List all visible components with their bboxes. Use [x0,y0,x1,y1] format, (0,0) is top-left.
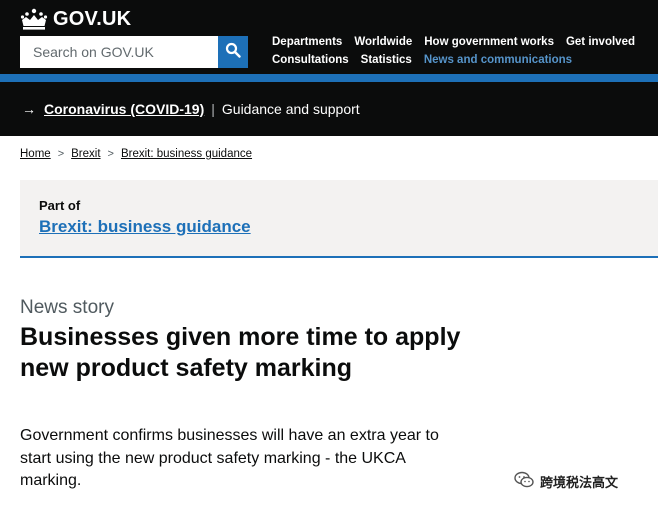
article-summary: Government confirms businesses will have… [20,425,500,493]
watermark-text: 跨境税法高文 [540,475,619,490]
breadcrumb-brexit[interactable]: Brexit [71,148,100,160]
search-icon [225,42,241,63]
nav-item-worldwide[interactable]: Worldwide [354,33,412,51]
covid-guidance-text: Guidance and support [221,101,360,117]
part-of-panel: Part of Brexit: business guidance [20,180,658,258]
breadcrumb-brexit-business-guidance[interactable]: Brexit: business guidance [121,148,252,160]
watermark: 跨境税法高文 [514,471,618,492]
govuk-logo[interactable]: GOV.UK [20,6,131,32]
breadcrumb-home[interactable]: Home [20,148,51,160]
chevron-right-icon: > [57,148,65,160]
summary-line-2: start using the new product safety marki… [20,449,406,467]
part-of-link[interactable]: Brexit: business guidance [39,217,251,237]
covid-banner: → Coronavirus (COVID-19) | Guidance and … [0,82,658,136]
search-input[interactable]: Search on GOV.UK [20,36,218,68]
title-line-2: new product safety marking [20,354,353,382]
nav-item-departments[interactable]: Departments [272,33,342,51]
header-blue-bar [0,74,658,82]
summary-line-3: marking. [20,472,82,489]
covid-separator: | [211,101,215,117]
nav-row-1: Departments Worldwide How government wor… [272,33,652,51]
page-title: Businesses given more time to apply new … [20,322,500,384]
arrow-right-icon: → [22,101,36,117]
search-button[interactable] [218,36,248,68]
logo-text: GOV.UK [53,7,132,30]
nav-item-how-government-works[interactable]: How government works [424,33,554,51]
nav-item-statistics[interactable]: Statistics [361,51,412,69]
nav-item-get-involved[interactable]: Get involved [566,33,635,51]
chevron-right-icon: > [107,148,114,160]
search-placeholder: Search on GOV.UK [33,44,154,60]
nav-row-2: Consultations Statistics News and commun… [272,51,652,69]
wechat-icon [514,471,540,492]
nav-item-news-and-communications[interactable]: News and communications [424,51,572,69]
breadcrumb: Home > Brexit > Brexit: business guidanc… [20,148,252,160]
crown-icon [20,8,48,30]
title-line-1: Businesses given more time to apply [20,323,461,351]
site-header: GOV.UK Search on GOV.UK Departments Worl… [0,0,658,78]
part-of-label: Part of [39,198,81,213]
main-navigation: Departments Worldwide How government wor… [272,33,652,69]
content-type-label: News story [20,297,114,318]
nav-item-consultations[interactable]: Consultations [272,51,349,69]
covid-link[interactable]: Coronavirus (COVID-19) [44,101,204,117]
summary-line-1: Government confirms businesses will have… [20,427,439,444]
